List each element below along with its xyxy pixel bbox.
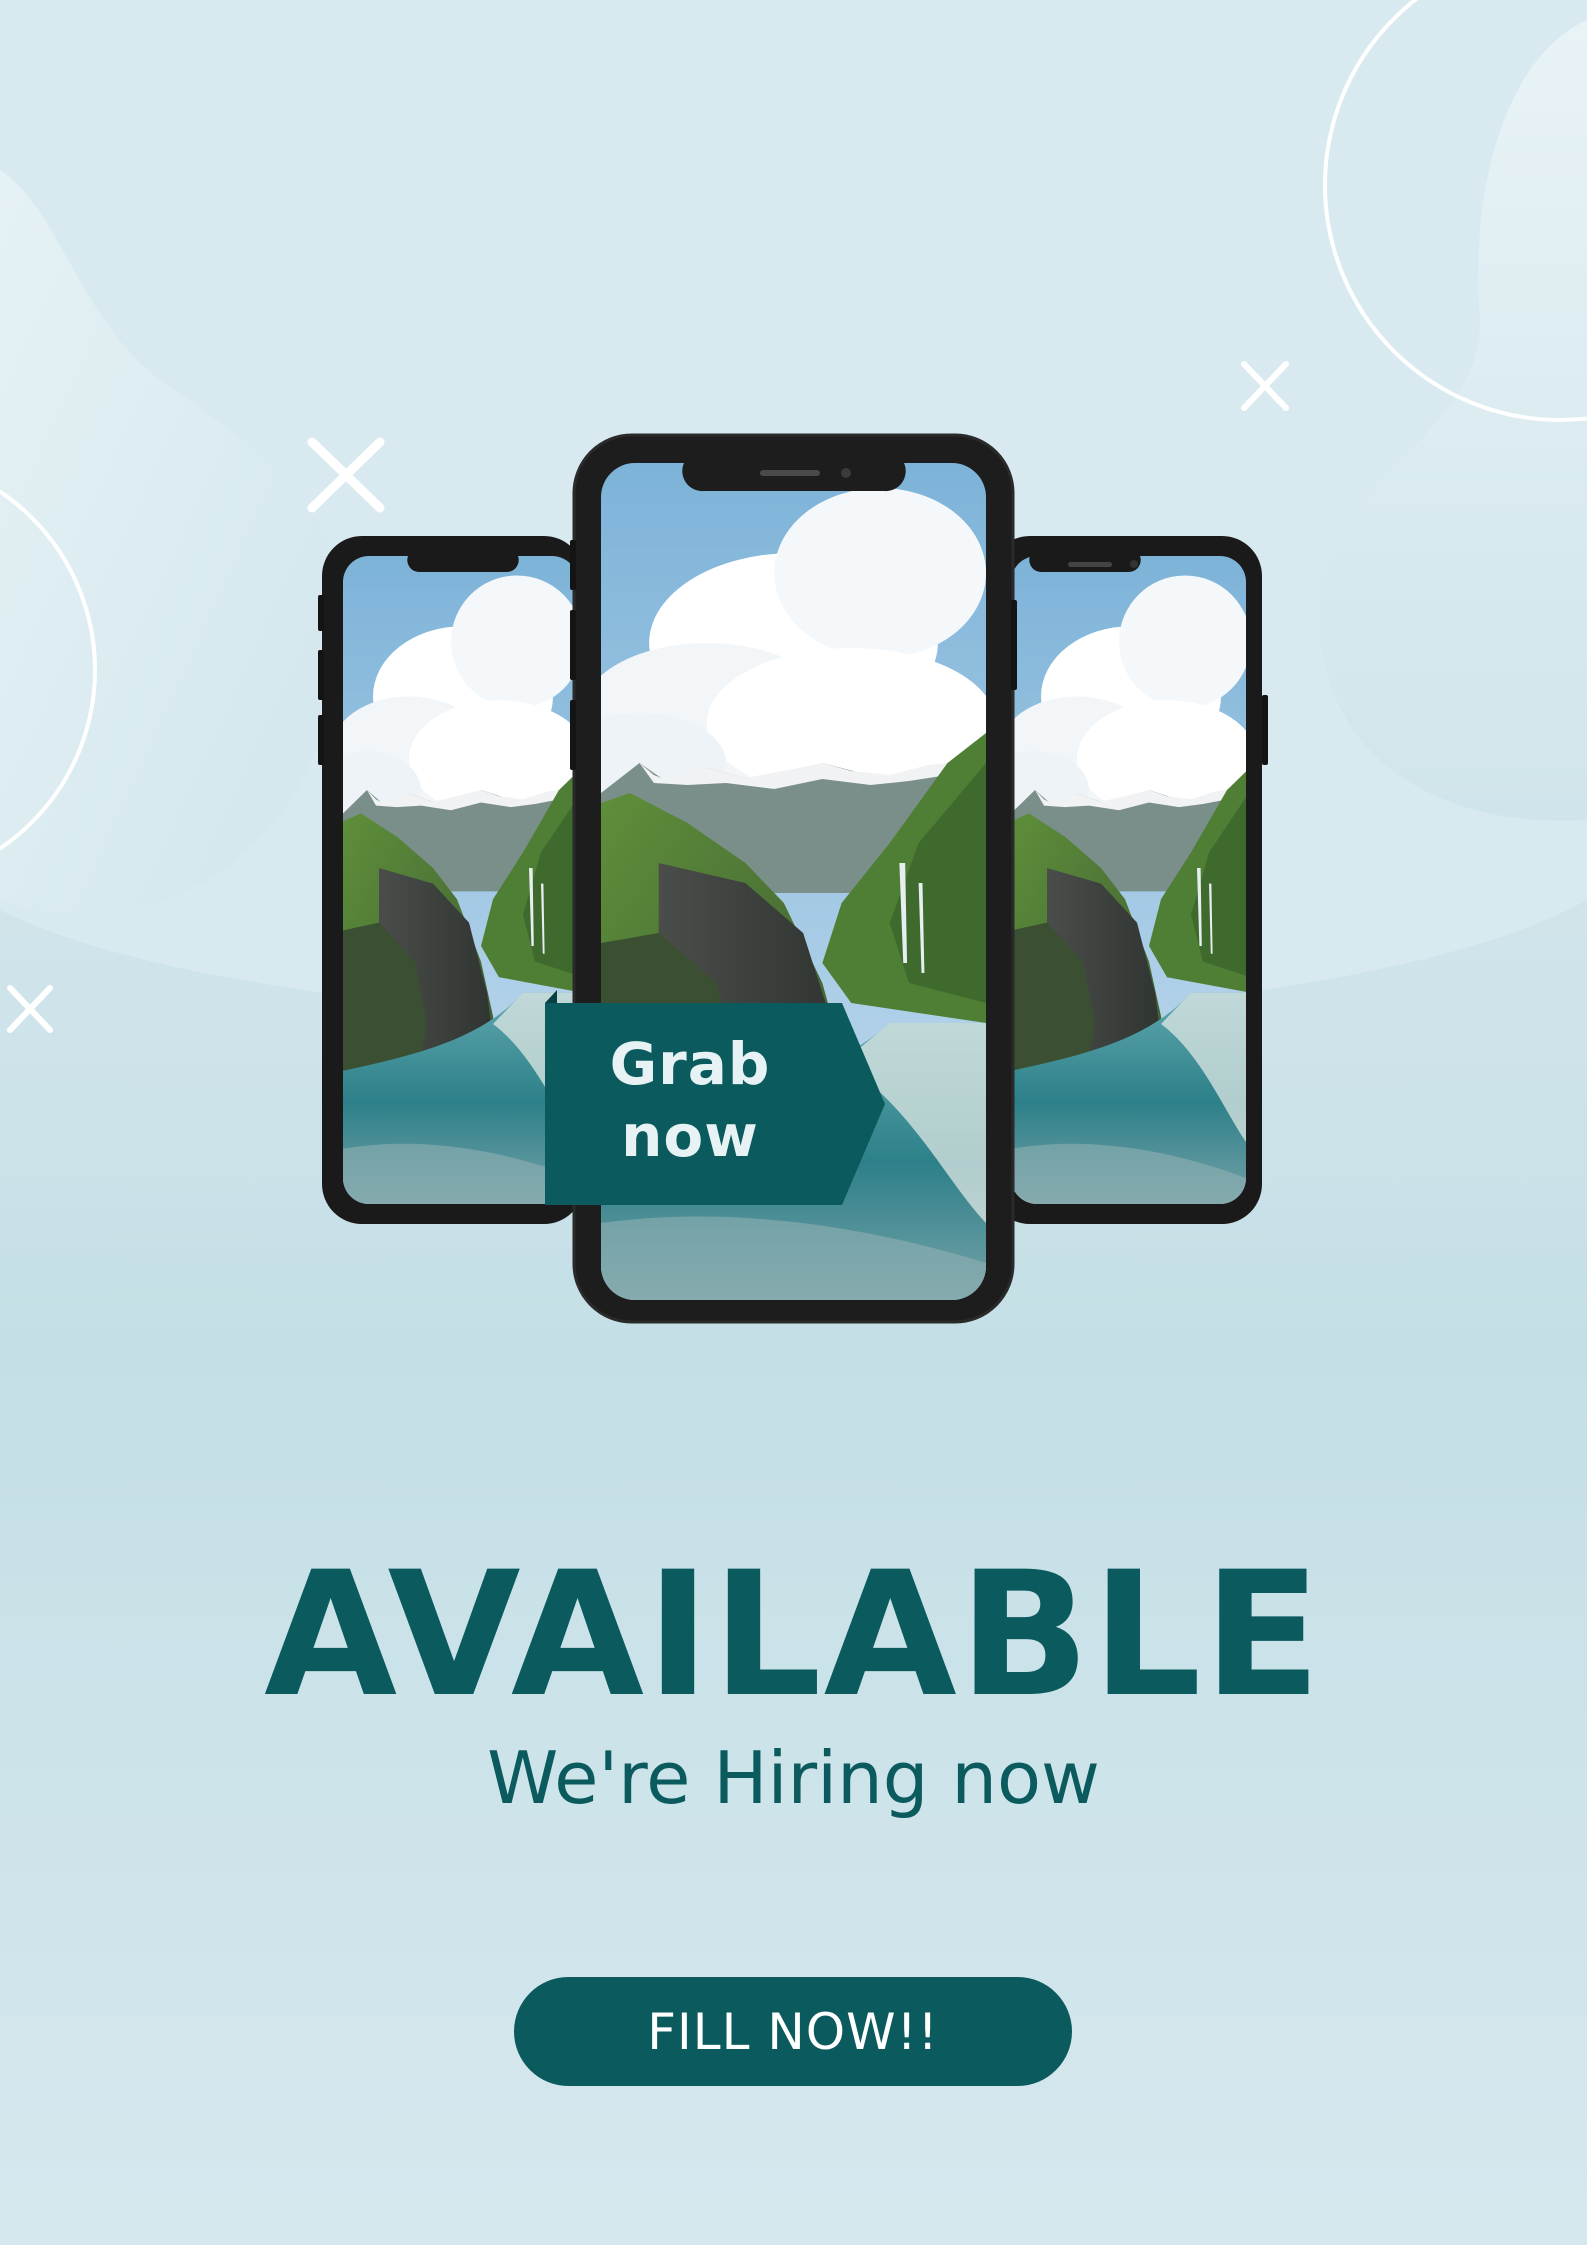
close-x-icon [7, 985, 53, 1033]
subheadline: We're Hiring now [487, 1736, 1100, 1820]
left-blob [0, 170, 342, 914]
right-phone [990, 536, 1268, 1224]
fill-now-button[interactable]: FILL NOW!! [514, 1977, 1072, 2086]
background-wave [0, 0, 1587, 1022]
close-x-icon [307, 437, 385, 513]
grab-now-button[interactable] [545, 1003, 885, 1205]
close-x-icon [1241, 361, 1289, 411]
left-outline-circle [0, 489, 97, 851]
headline: AVAILABLE [264, 1534, 1323, 1735]
right-outline-circle [1323, 0, 1587, 422]
right-blob [1319, 20, 1587, 821]
